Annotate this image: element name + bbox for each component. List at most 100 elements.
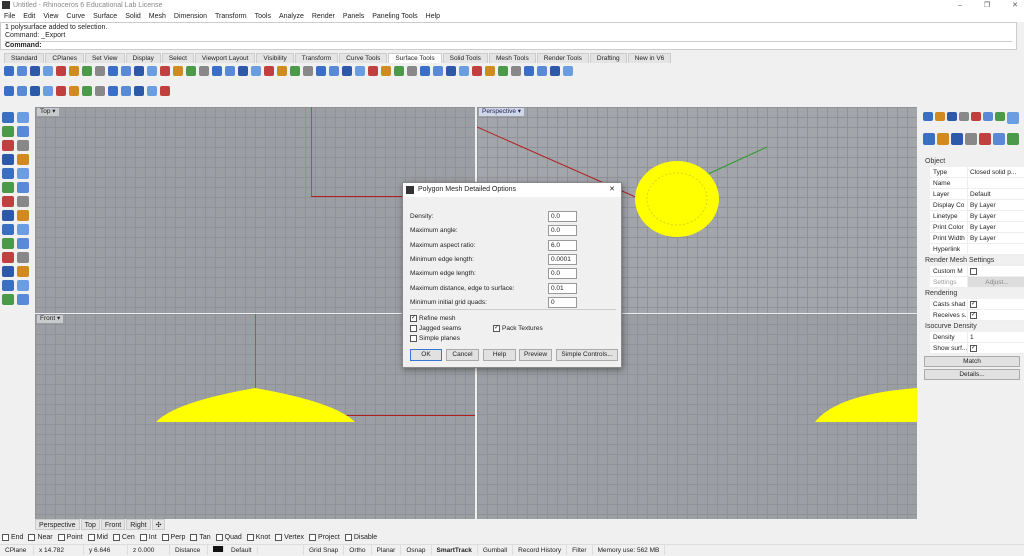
property-row[interactable]: Print Width By Layer bbox=[930, 233, 1024, 244]
field-input[interactable]: 0.0 bbox=[548, 268, 577, 280]
tool-icon[interactable] bbox=[277, 66, 287, 76]
tab-viewport-layout[interactable]: Viewport Layout bbox=[194, 53, 256, 63]
minimize-button[interactable]: – bbox=[958, 0, 962, 11]
tool-icon[interactable] bbox=[459, 66, 469, 76]
osnap-end[interactable]: End bbox=[2, 533, 23, 543]
tool-icon[interactable] bbox=[2, 168, 14, 179]
osnap-tan[interactable]: Tan bbox=[190, 533, 211, 543]
osnap-vertex[interactable]: Vertex bbox=[275, 533, 304, 543]
tool-icon[interactable] bbox=[2, 112, 14, 123]
tool-icon[interactable] bbox=[368, 66, 378, 76]
panel-tab-icon[interactable] bbox=[937, 133, 949, 145]
panel-tab-icon[interactable] bbox=[951, 133, 963, 145]
tool-icon[interactable] bbox=[69, 66, 79, 76]
tool-icon[interactable] bbox=[17, 66, 27, 76]
vp-tab-right[interactable]: Right bbox=[126, 519, 151, 530]
property-value[interactable] bbox=[968, 178, 1024, 188]
tab-select[interactable]: Select bbox=[161, 53, 194, 63]
tool-icon[interactable] bbox=[160, 86, 170, 96]
property-value[interactable]: By Layer bbox=[968, 200, 1024, 210]
tool-icon[interactable] bbox=[17, 112, 29, 123]
tool-icon[interactable] bbox=[95, 66, 105, 76]
property-row[interactable]: Display Co By Layer bbox=[930, 200, 1024, 211]
tab-visibility[interactable]: Visibility bbox=[256, 53, 294, 63]
field-input[interactable]: 0.0 bbox=[548, 211, 577, 222]
close-icon[interactable]: ✕ bbox=[609, 183, 615, 197]
field-input[interactable]: 0.0 bbox=[548, 225, 577, 237]
tool-icon[interactable] bbox=[2, 154, 14, 165]
panel-tab-icon[interactable] bbox=[947, 112, 957, 121]
tab-drafting[interactable]: Drafting bbox=[589, 53, 627, 63]
tool-icon[interactable] bbox=[30, 86, 40, 96]
tool-icon[interactable] bbox=[2, 140, 14, 151]
tool-icon[interactable] bbox=[381, 66, 391, 76]
osnap-project[interactable]: Project bbox=[309, 533, 340, 543]
osnap-perp[interactable]: Perp bbox=[161, 533, 185, 543]
property-row[interactable]: Hyperlink bbox=[930, 244, 1024, 255]
tool-icon[interactable] bbox=[550, 66, 560, 76]
tool-icon[interactable] bbox=[17, 168, 29, 179]
osnap-int[interactable]: Int bbox=[139, 533, 157, 543]
property-value[interactable]: Default bbox=[968, 189, 1024, 199]
smarttrack-toggle[interactable]: SmartTrack bbox=[432, 545, 478, 555]
preview-button[interactable]: Preview bbox=[519, 349, 552, 361]
tool-icon[interactable] bbox=[511, 66, 521, 76]
panel-tab-icon[interactable] bbox=[979, 133, 991, 145]
tool-icon[interactable] bbox=[43, 86, 53, 96]
field-input[interactable]: 0 bbox=[548, 296, 577, 308]
menu-curve[interactable]: Curve bbox=[66, 11, 85, 22]
osnap-near[interactable]: Near bbox=[28, 533, 53, 543]
tool-icon[interactable] bbox=[17, 126, 29, 137]
field-input[interactable]: 6.0 bbox=[548, 239, 577, 251]
tab-new-in-v6[interactable]: New in V6 bbox=[627, 53, 672, 63]
command-prompt[interactable]: Command: bbox=[5, 42, 1012, 50]
tool-icon[interactable] bbox=[290, 66, 300, 76]
osnap-knot[interactable]: Knot bbox=[246, 533, 270, 543]
tool-icon[interactable] bbox=[69, 86, 79, 96]
vp-tab-front[interactable]: Front bbox=[100, 519, 126, 530]
tool-icon[interactable] bbox=[199, 66, 209, 76]
panel-tab-icon[interactable] bbox=[971, 112, 981, 121]
tool-icon[interactable] bbox=[316, 66, 326, 76]
vp-tab-perspective[interactable]: Perspective bbox=[35, 519, 80, 530]
refine-mesh-checkbox[interactable]: ✓ Refine mesh bbox=[410, 315, 456, 322]
field-input[interactable]: 0.01 bbox=[548, 282, 577, 294]
tool-icon[interactable] bbox=[17, 294, 29, 305]
tab-standard[interactable]: Standard bbox=[4, 53, 45, 63]
tool-icon[interactable] bbox=[43, 66, 53, 76]
grid-snap-toggle[interactable]: Grid Snap bbox=[304, 545, 345, 555]
tool-icon[interactable] bbox=[17, 224, 29, 235]
tool-icon[interactable] bbox=[342, 66, 352, 76]
tab-render-tools[interactable]: Render Tools bbox=[536, 53, 589, 63]
planar-toggle[interactable]: Planar bbox=[372, 545, 402, 555]
ortho-toggle[interactable]: Ortho bbox=[344, 545, 372, 555]
tab-surface-tools[interactable]: Surface Tools bbox=[388, 53, 442, 63]
tool-icon[interactable] bbox=[121, 86, 131, 96]
osnap-toggle[interactable]: Osnap bbox=[401, 545, 432, 555]
tool-icon[interactable] bbox=[121, 66, 131, 76]
osnap-quad[interactable]: Quad bbox=[215, 533, 242, 543]
panel-tab-icon[interactable] bbox=[923, 112, 933, 121]
menu-analyze[interactable]: Analyze bbox=[279, 11, 304, 22]
osnap-point[interactable]: Point bbox=[57, 533, 83, 543]
maximize-button[interactable]: ❐ bbox=[984, 0, 990, 11]
match-button[interactable]: Match bbox=[924, 356, 1020, 367]
menu-mesh[interactable]: Mesh bbox=[149, 11, 166, 22]
tool-icon[interactable] bbox=[329, 66, 339, 76]
tool-icon[interactable] bbox=[2, 266, 14, 277]
panel-tab-icon[interactable] bbox=[965, 133, 977, 145]
tab-display[interactable]: Display bbox=[125, 53, 161, 63]
cancel-button[interactable]: Cancel bbox=[446, 349, 479, 361]
panel-tab-icon[interactable] bbox=[935, 112, 945, 121]
field-input[interactable]: 0.0001 bbox=[548, 253, 577, 265]
tool-icon[interactable] bbox=[264, 66, 274, 76]
panel-tab-icon[interactable] bbox=[923, 133, 935, 145]
tool-icon[interactable] bbox=[17, 196, 29, 207]
tool-icon[interactable] bbox=[186, 66, 196, 76]
tool-icon[interactable] bbox=[147, 86, 157, 96]
tool-icon[interactable] bbox=[2, 126, 14, 137]
show-surface-checkbox[interactable]: ✓ bbox=[970, 344, 977, 352]
tool-icon[interactable] bbox=[17, 280, 29, 291]
tool-icon[interactable] bbox=[108, 86, 118, 96]
tool-icon[interactable] bbox=[82, 86, 92, 96]
